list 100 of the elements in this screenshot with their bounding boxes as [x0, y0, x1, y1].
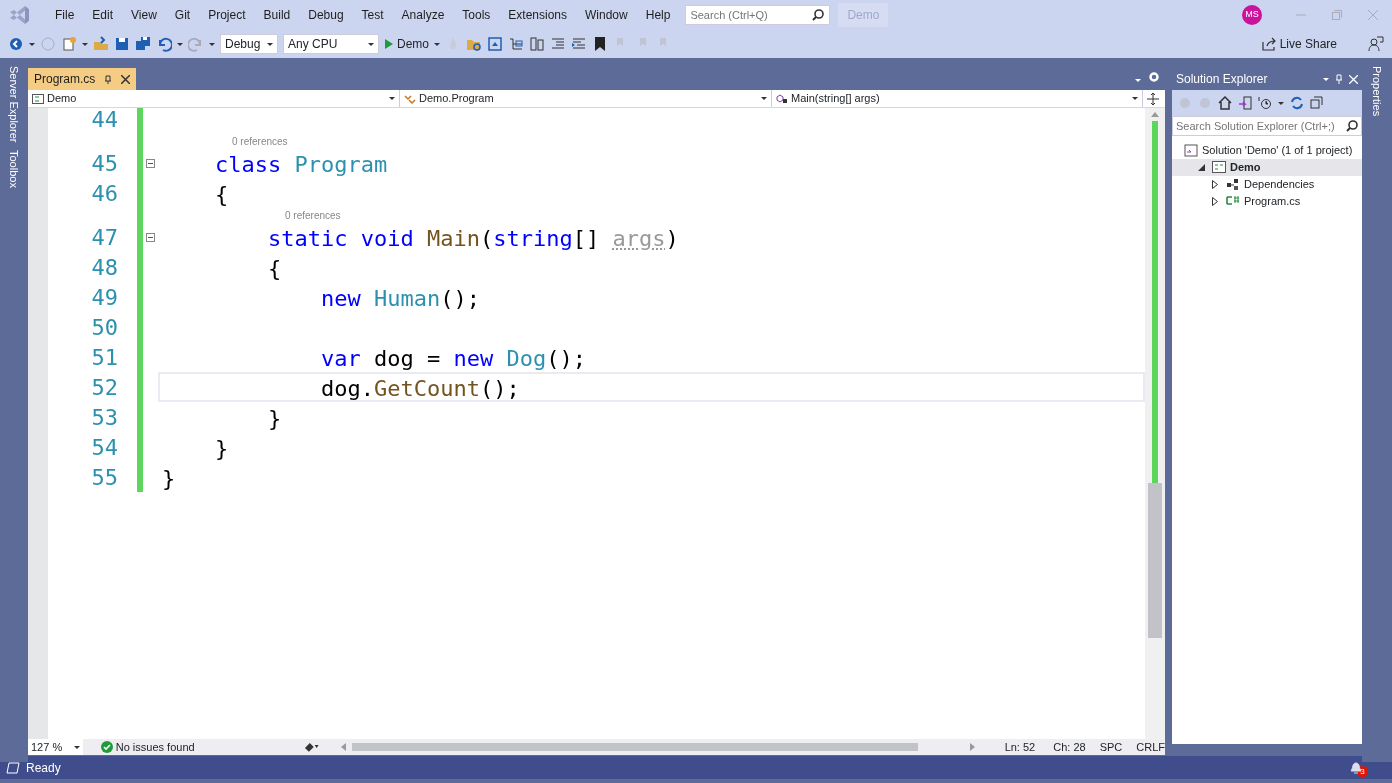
issues-indicator[interactable]: No issues found [82, 738, 304, 756]
csharp-file-icon [1226, 195, 1240, 208]
side-tab[interactable]: Toolbox [5, 146, 23, 193]
split-icon[interactable] [1147, 92, 1159, 105]
collapse-all-icon[interactable] [1310, 96, 1324, 110]
caret-icon[interactable] [177, 42, 183, 46]
caret-icon[interactable] [1278, 101, 1284, 105]
scroll-left-icon [341, 743, 347, 751]
caret-icon [267, 42, 273, 46]
search-field[interactable]: Search (Ctrl+Q) [685, 5, 831, 25]
output-icon [6, 761, 20, 774]
code-line: } [161, 465, 177, 492]
caret-icon[interactable] [29, 42, 35, 46]
home-icon[interactable] [1218, 96, 1232, 110]
close-icon[interactable] [121, 74, 131, 84]
menu-item[interactable]: Project [199, 6, 255, 24]
window-icon[interactable] [487, 36, 503, 52]
back-icon[interactable] [8, 36, 24, 52]
history-icon[interactable] [1258, 96, 1272, 110]
line-number: 52 [90, 373, 118, 402]
menu-item[interactable]: Git [165, 6, 200, 24]
bookmark-icon[interactable] [592, 36, 608, 52]
indent-icon[interactable] [571, 36, 587, 52]
caret-icon[interactable] [434, 42, 440, 46]
menu-item[interactable]: File [46, 6, 84, 24]
menu-item[interactable]: Edit [83, 6, 123, 24]
collapse-icon[interactable] [146, 232, 155, 242]
code-line: var dog = new Dog(); [319, 345, 587, 372]
dependencies-icon [1226, 178, 1240, 191]
switch-views-icon[interactable] [1238, 96, 1252, 110]
caret-icon[interactable] [82, 42, 88, 46]
menu-item[interactable]: View [122, 6, 166, 24]
configuration-dropdown[interactable]: Debug [220, 34, 278, 54]
zoom-dropdown[interactable]: 127 % [28, 739, 83, 755]
line-position[interactable]: Ln: 52 [1004, 738, 1036, 756]
side-tab[interactable]: Properties [1368, 62, 1386, 121]
notifications-button[interactable] [1349, 760, 1363, 775]
project-dropdown[interactable]: Demo [28, 90, 400, 107]
live-share-button[interactable]: Live Share [1260, 35, 1337, 53]
menu-item[interactable]: Build [254, 6, 300, 24]
scroll-up-icon[interactable] [1151, 112, 1159, 117]
tree-item[interactable]: Program.cs [1172, 193, 1362, 210]
horizontal-scrollbar[interactable] [341, 743, 975, 751]
line-number: 49 [90, 283, 118, 312]
member-dropdown[interactable]: Main(string[] args) [772, 90, 1143, 107]
caret-icon [368, 42, 374, 46]
tree-item[interactable]: Dependencies [1172, 176, 1362, 193]
tree-item[interactable]: Solution 'Demo' (1 of 1 project) [1172, 142, 1362, 159]
scroll-thumb[interactable] [1148, 483, 1162, 638]
menu-item[interactable]: Extensions [499, 6, 577, 24]
codelens-label[interactable]: 0 references [232, 134, 288, 148]
line-ending-indicator[interactable]: CRLF [1136, 738, 1165, 756]
search-field[interactable]: Search Solution Explorer (Ctrl+;) [1172, 116, 1362, 136]
csharp-project-icon [1212, 161, 1226, 174]
caret-icon[interactable] [209, 42, 215, 46]
bell-icon [1349, 760, 1363, 775]
line-number: 45 [90, 149, 118, 178]
line-number: 54 [90, 433, 118, 462]
open-folder-icon[interactable] [93, 36, 109, 52]
step-icon[interactable] [508, 36, 524, 52]
save-icon[interactable] [114, 36, 130, 52]
menu-item[interactable]: Analyze [392, 6, 454, 24]
expanded-icon[interactable] [1198, 164, 1205, 171]
csharp-icon [32, 93, 44, 104]
side-tab[interactable]: Server Explorer [5, 62, 23, 147]
tree-item[interactable]: Demo [1172, 159, 1362, 176]
menu-item[interactable]: Help [636, 6, 680, 24]
dropdown-icon[interactable] [1135, 79, 1141, 82]
menu-item[interactable]: Window [576, 6, 637, 24]
platform-dropdown[interactable]: Any CPU [283, 34, 379, 54]
notification-count: 3 [1357, 766, 1368, 777]
undo-icon[interactable] [156, 36, 172, 52]
settings-icon[interactable] [1149, 72, 1159, 82]
collapse-icon[interactable] [146, 158, 155, 168]
caret-icon [73, 745, 80, 749]
share-icon [1260, 37, 1277, 51]
save-all-icon[interactable] [135, 36, 151, 52]
sync-icon[interactable] [1290, 96, 1304, 110]
method-icon [776, 93, 788, 104]
start-button[interactable]: Demo [384, 35, 429, 53]
feedback-icon[interactable] [1368, 36, 1384, 52]
document-tab[interactable]: Program.cs [28, 68, 137, 90]
column-position[interactable]: Ch: 28 [1053, 738, 1086, 756]
line-number: 53 [90, 403, 118, 432]
pin-icon[interactable] [103, 74, 114, 84]
type-dropdown[interactable]: Demo.Program [400, 90, 772, 107]
codelens-label[interactable]: 0 references [285, 208, 341, 222]
account-avatar[interactable]: MS [1242, 5, 1262, 25]
menu-item[interactable]: Debug [299, 6, 353, 24]
line-number: 46 [90, 179, 118, 208]
pin-icon[interactable] [1335, 74, 1343, 84]
menu-item[interactable]: Test [352, 6, 393, 24]
new-item-icon[interactable] [61, 36, 77, 52]
dropdown-icon[interactable] [1323, 77, 1329, 81]
outdent-icon[interactable] [550, 36, 566, 52]
menu-item[interactable]: Tools [453, 6, 500, 24]
vertical-scrollbar[interactable] [1145, 108, 1165, 739]
columns-icon[interactable] [529, 36, 545, 52]
line-number: 48 [90, 253, 118, 282]
whitespace-indicator[interactable]: SPC [1099, 738, 1123, 756]
